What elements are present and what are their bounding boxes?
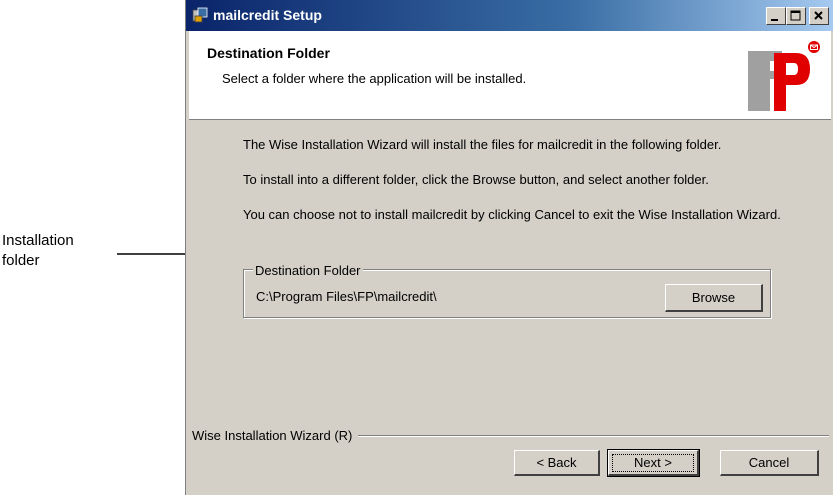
minimize-icon xyxy=(771,19,778,21)
browse-instructions: To install into a different folder, clic… xyxy=(243,172,709,187)
setup-window: mailcredit Setup Destination Folder Sele… xyxy=(185,0,833,495)
page-subtitle: Select a folder where the application wi… xyxy=(222,71,527,86)
minimize-button[interactable] xyxy=(766,7,786,25)
intro-text: The Wise Installation Wizard will instal… xyxy=(243,137,722,152)
destination-folder-label: Destination Folder xyxy=(253,263,363,278)
destination-path: C:\Program Files\FP\mailcredit\ xyxy=(256,289,437,304)
back-button[interactable]: < Back xyxy=(514,450,600,476)
page-title: Destination Folder xyxy=(207,45,330,61)
browse-button[interactable]: Browse xyxy=(665,284,763,312)
window-title: mailcredit Setup xyxy=(213,7,322,23)
browse-button-label: Browse xyxy=(691,290,736,305)
maximize-button[interactable] xyxy=(786,7,806,25)
back-button-label: < Back xyxy=(536,455,577,470)
close-icon xyxy=(814,11,823,20)
next-button-label: Next > xyxy=(612,454,694,472)
close-button[interactable] xyxy=(809,7,829,25)
next-button[interactable]: Next > xyxy=(607,449,700,477)
title-bar[interactable]: mailcredit Setup xyxy=(186,0,833,31)
header-panel: Destination Folder Select a folder where… xyxy=(189,31,831,120)
callout-label: Installation folder xyxy=(2,232,74,269)
wizard-brand: Wise Installation Wizard (R) xyxy=(192,428,359,443)
maximize-icon xyxy=(790,10,801,21)
installer-icon xyxy=(192,7,208,23)
fp-logo xyxy=(748,41,820,111)
cancel-instructions: You can choose not to install mailcredit… xyxy=(243,207,781,222)
cancel-button[interactable]: Cancel xyxy=(720,450,819,476)
cancel-button-label: Cancel xyxy=(748,455,790,470)
